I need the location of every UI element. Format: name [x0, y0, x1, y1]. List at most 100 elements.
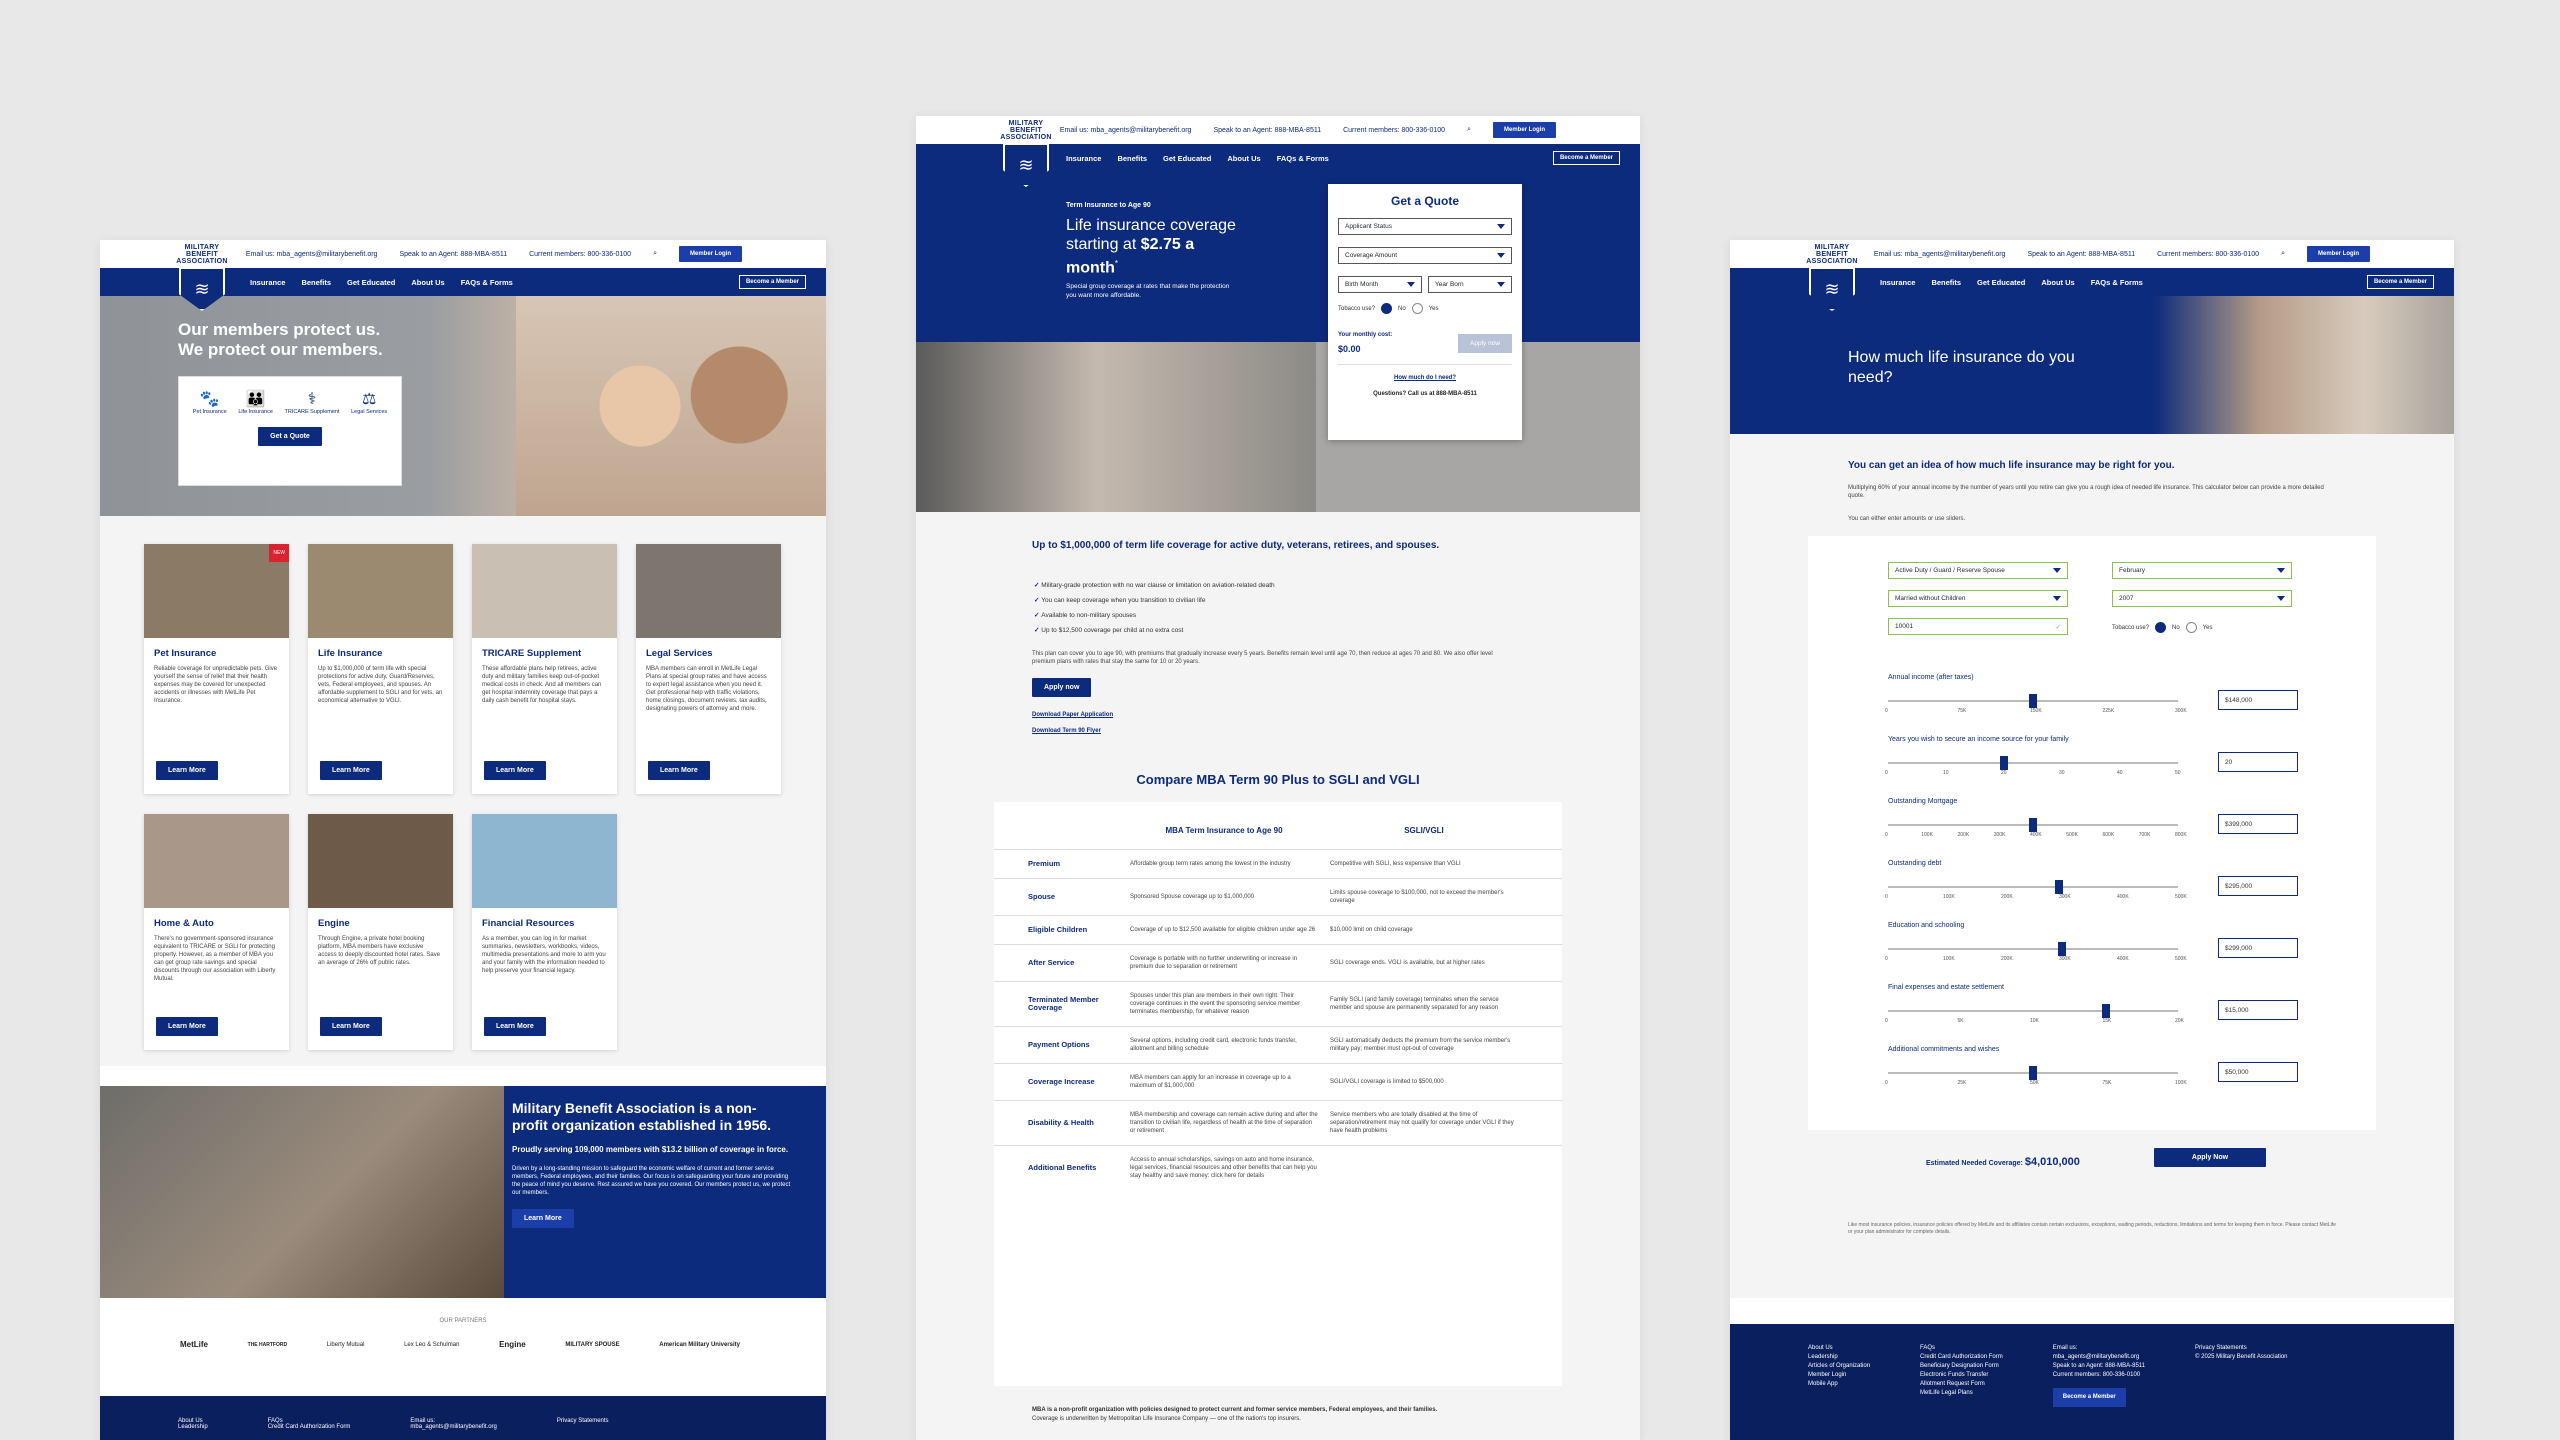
nav-about[interactable]: About Us	[411, 278, 444, 287]
slider-value-input[interactable]: $148,000	[2218, 690, 2298, 710]
nav-faqs[interactable]: FAQs & Forms	[461, 278, 513, 287]
learn-more-button[interactable]: Learn More	[320, 761, 382, 780]
footer-link[interactable]: mba_agents@militarybenefit.org	[410, 1424, 496, 1430]
apply-now-button[interactable]: Apply Now	[2154, 1148, 2266, 1167]
logo[interactable]: MILITARY BENEFIT ASSOCIATION ≋	[998, 120, 1054, 187]
download-flyer-link[interactable]: Download Term 90 Flyer	[1032, 728, 1101, 734]
partner-hartford[interactable]: THE HARTFORD	[248, 1342, 287, 1348]
slider-handle[interactable]	[2058, 942, 2066, 956]
email-link[interactable]: Email us: mba_agents@militarybenefit.org	[1874, 251, 2006, 258]
apply-now-main-button[interactable]: Apply now	[1032, 678, 1092, 697]
year-born-select[interactable]: Year Born	[1428, 276, 1512, 293]
slider-handle[interactable]	[2029, 818, 2037, 832]
footer-link[interactable]: MetLife Legal Plans	[1920, 1389, 2003, 1398]
applicant-status-select[interactable]: Applicant Status	[1338, 218, 1512, 235]
family-status-select[interactable]: Married without Children	[1888, 590, 2068, 607]
nav-faqs[interactable]: FAQs & Forms	[1277, 154, 1329, 163]
footer-link[interactable]: Allotment Request Form	[1920, 1380, 2003, 1389]
how-much-link[interactable]: How much do I need?	[1338, 375, 1512, 381]
nav-benefits[interactable]: Benefits	[301, 278, 331, 287]
download-application-link[interactable]: Download Paper Application	[1032, 712, 1113, 718]
partner-military-spouse[interactable]: MILITARY SPOUSE	[565, 1342, 619, 1348]
email-link[interactable]: Email us: mba_agents@militarybenefit.org	[1060, 127, 1192, 134]
get-quote-button[interactable]: Get a Quote	[258, 427, 322, 446]
quote-legal[interactable]: ⚖ Legal Services	[351, 389, 387, 415]
logo[interactable]: MILITARY BENEFIT ASSOCIATION ≋	[174, 244, 230, 311]
footer-become-member-button[interactable]: Become a Member	[2052, 1388, 2126, 1407]
footer-link[interactable]: Articles of Organization	[1808, 1362, 1870, 1371]
slider-track[interactable]	[1888, 948, 2178, 950]
nav-about[interactable]: About Us	[2041, 278, 2074, 287]
agent-phone[interactable]: Speak to an Agent: 888-MBA-8511	[399, 251, 507, 258]
tobacco-no-radio[interactable]	[1381, 303, 1393, 314]
learn-more-button[interactable]: Learn More	[156, 761, 218, 780]
footer-link[interactable]: Credit Card Authorization Form	[268, 1424, 351, 1430]
slider-value-input[interactable]: $299,000	[2218, 938, 2298, 958]
zip-input[interactable]: 10001 ✓	[1888, 618, 2068, 635]
footer-link[interactable]: Leadership	[1808, 1353, 1870, 1362]
footer-link[interactable]: Privacy Statements	[557, 1418, 609, 1424]
apply-now-button[interactable]: Apply now	[1458, 333, 1512, 353]
nav-insurance[interactable]: Insurance	[250, 278, 285, 287]
footer-link[interactable]: Current members: 800-336-0100	[2053, 1371, 2145, 1380]
slider-value-input[interactable]: $295,000	[2218, 876, 2298, 896]
footer-link[interactable]: Credit Card Authorization Form	[1920, 1353, 2003, 1362]
nav-get-educated[interactable]: Get Educated	[1977, 278, 2025, 287]
slider-handle[interactable]	[2000, 756, 2008, 770]
logo[interactable]: MILITARY BENEFIT ASSOCIATION ≋	[1804, 244, 1860, 311]
members-phone[interactable]: Current members: 800-336-0100	[1343, 127, 1445, 134]
birth-month-select[interactable]: February	[2112, 562, 2292, 579]
nav-benefits[interactable]: Benefits	[1117, 154, 1147, 163]
member-login-button[interactable]: Member Login	[678, 246, 742, 262]
slider-value-input[interactable]: $50,000	[2218, 1062, 2298, 1082]
nav-insurance[interactable]: Insurance	[1880, 278, 1915, 287]
learn-more-button[interactable]: Learn More	[156, 1017, 218, 1036]
slider-handle[interactable]	[2029, 1066, 2037, 1080]
nav-get-educated[interactable]: Get Educated	[1163, 154, 1211, 163]
search-icon[interactable]: ⌕	[653, 250, 657, 258]
slider-value-input[interactable]: $15,000	[2218, 1000, 2298, 1020]
slider-value-input[interactable]: $399,000	[2218, 814, 2298, 834]
member-login-button[interactable]: Member Login	[1492, 122, 1556, 138]
slider-value-input[interactable]: 20	[2218, 752, 2298, 772]
nav-insurance[interactable]: Insurance	[1066, 154, 1101, 163]
footer-link[interactable]: Beneficiary Designation Form	[1920, 1362, 2003, 1371]
member-login-button[interactable]: Member Login	[2306, 246, 2370, 262]
footer-link[interactable]: Email us:	[2053, 1344, 2145, 1353]
birth-month-select[interactable]: Birth Month	[1338, 276, 1422, 293]
tobacco-yes-radio[interactable]	[1411, 303, 1423, 314]
status-select[interactable]: Active Duty / Guard / Reserve Spouse	[1888, 562, 2068, 579]
agent-phone[interactable]: Speak to an Agent: 888-MBA-8511	[1213, 127, 1321, 134]
slider-track[interactable]	[1888, 762, 2178, 764]
search-icon[interactable]: ⌕	[1467, 126, 1471, 134]
footer-link[interactable]: Mobile App	[1808, 1380, 1870, 1389]
become-member-button[interactable]: Become a Member	[738, 275, 806, 289]
footer-link[interactable]: Electronic Funds Transfer	[1920, 1371, 2003, 1380]
members-phone[interactable]: Current members: 800-336-0100	[2157, 251, 2259, 258]
footer-link[interactable]: Speak to an Agent: 888-MBA-8511	[2053, 1362, 2145, 1371]
partner-amu[interactable]: American Military University	[659, 1342, 740, 1348]
footer-link[interactable]: Privacy Statements	[2195, 1344, 2287, 1353]
slider-track[interactable]	[1888, 1010, 2178, 1012]
footer-link[interactable]: FAQs	[1920, 1344, 2003, 1353]
footer-link[interactable]: Member Login	[1808, 1371, 1870, 1380]
become-member-button[interactable]: Become a Member	[1552, 151, 1620, 165]
members-phone[interactable]: Current members: 800-336-0100	[529, 251, 631, 258]
nav-benefits[interactable]: Benefits	[1931, 278, 1961, 287]
learn-more-button[interactable]: Learn More	[484, 1017, 546, 1036]
partner-metlife[interactable]: MetLife	[180, 1340, 208, 1349]
footer-link[interactable]: About Us	[1808, 1344, 1870, 1353]
birth-year-select[interactable]: 2007	[2112, 590, 2292, 607]
slider-handle[interactable]	[2055, 880, 2064, 894]
learn-more-button[interactable]: Learn More	[484, 761, 546, 780]
banner-learn-more-button[interactable]: Learn More	[512, 1209, 574, 1228]
agent-phone[interactable]: Speak to an Agent: 888-MBA-8511	[2027, 251, 2135, 258]
tobacco-no-radio[interactable]	[2155, 622, 2167, 633]
learn-more-button[interactable]: Learn More	[648, 761, 710, 780]
nav-faqs[interactable]: FAQs & Forms	[2091, 278, 2143, 287]
quote-tricare[interactable]: ⚕ TRICARE Supplement	[284, 389, 339, 415]
partner-liberty[interactable]: Liberty Mutual	[327, 1342, 365, 1348]
footer-link[interactable]: Leadership	[178, 1424, 208, 1430]
footer-link[interactable]: © 2025 Military Benefit Association	[2195, 1353, 2287, 1362]
quote-pet[interactable]: 🐾 Pet Insurance	[193, 389, 227, 415]
